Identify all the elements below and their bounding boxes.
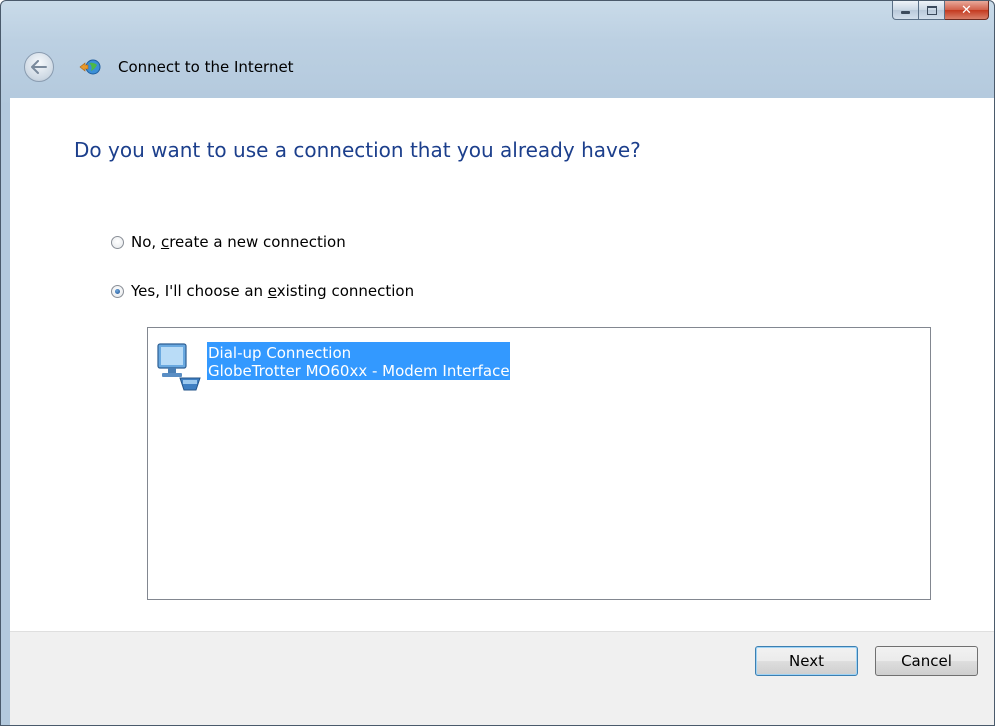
button-bar: Next Cancel (10, 631, 994, 725)
maximize-icon (926, 5, 937, 15)
back-arrow-icon (31, 60, 47, 74)
title-row: Connect to the Internet (1, 52, 994, 97)
content-area: Do you want to use a connection that you… (10, 98, 994, 631)
back-button[interactable] (24, 52, 54, 82)
close-icon: ✕ (961, 2, 972, 18)
dialup-connection-icon (157, 343, 201, 391)
connection-device: GlobeTrotter MO60xx - Modem Interface (208, 362, 510, 380)
connection-text: Dial-up Connection GlobeTrotter MO60xx -… (207, 342, 510, 380)
maximize-button[interactable] (919, 1, 945, 20)
window-title: Connect to the Internet (118, 58, 294, 76)
list-item[interactable]: Dial-up Connection GlobeTrotter MO60xx -… (156, 342, 510, 394)
radio-label: Yes, I'll choose an existing connection (131, 282, 415, 300)
radio-dot-icon (115, 288, 120, 294)
page-heading: Do you want to use a connection that you… (74, 138, 641, 162)
radio-new-connection[interactable]: No, create a new connection (111, 233, 346, 251)
globe-network-icon (79, 59, 101, 75)
close-button[interactable]: ✕ (945, 1, 989, 20)
caption-buttons: ✕ (892, 1, 989, 20)
wizard-window: ✕ Connect to the Internet Do you want to… (0, 0, 995, 726)
radio-button-checked[interactable] (111, 284, 124, 298)
connection-list[interactable]: Dial-up Connection GlobeTrotter MO60xx -… (147, 327, 931, 600)
radio-label: No, create a new connection (131, 233, 346, 251)
cancel-button[interactable]: Cancel (875, 646, 978, 676)
minimize-button[interactable] (892, 1, 919, 20)
connection-name: Dial-up Connection (208, 344, 352, 362)
radio-button-unchecked[interactable] (111, 235, 124, 249)
radio-existing-connection[interactable]: Yes, I'll choose an existing connection (111, 282, 414, 300)
next-button[interactable]: Next (755, 646, 858, 676)
minimize-icon (901, 11, 910, 14)
